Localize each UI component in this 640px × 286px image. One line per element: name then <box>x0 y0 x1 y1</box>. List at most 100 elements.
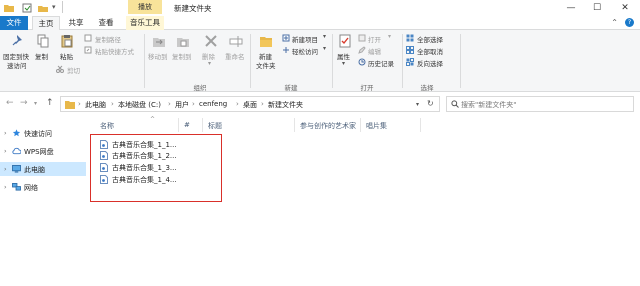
ribbon-tabs: 文件 主页 共享 查看 音乐工具 ⌃ ? <box>0 16 640 31</box>
new-folder-quick-icon[interactable] <box>38 3 48 13</box>
rename-button[interactable]: 重命名 <box>224 32 248 78</box>
title-bar: ▾ 播放 新建文件夹 — ☐ ✕ <box>0 0 640 16</box>
nav-item-wps-drive[interactable]: › WPS网盘 <box>0 144 86 158</box>
column-divider[interactable] <box>178 118 179 132</box>
column-divider[interactable] <box>294 118 295 132</box>
edit-button[interactable]: 编辑 <box>358 45 398 56</box>
open-button[interactable]: 打开 ▾ <box>358 33 398 44</box>
address-dropdown-icon[interactable]: ▾ <box>416 101 419 108</box>
properties-button[interactable]: 属性 ▾ <box>335 32 355 78</box>
properties-icon <box>339 34 351 48</box>
select-all-icon <box>406 34 414 42</box>
tab-file[interactable]: 文件 <box>0 16 28 30</box>
minimize-button[interactable]: — <box>566 3 576 13</box>
close-button[interactable]: ✕ <box>620 3 630 13</box>
copy-to-button[interactable]: 复制到 <box>172 32 194 78</box>
copy-icon <box>37 34 49 48</box>
search-placeholder: 搜索"新建文件夹" <box>461 101 517 109</box>
expand-chevron-icon[interactable]: › <box>4 165 7 173</box>
properties-dropdown-icon: ▾ <box>342 60 346 67</box>
copy-button[interactable]: 复制 <box>34 32 52 78</box>
customize-toolbar-icon[interactable]: ▾ <box>52 3 56 11</box>
paste-label: 粘贴 <box>60 53 73 61</box>
copy-to-icon <box>177 38 189 47</box>
pin-icon <box>12 35 22 46</box>
network-icon <box>12 183 21 191</box>
cut-label: 剪切 <box>67 67 80 75</box>
breadcrumb-this-pc[interactable]: 此电脑 <box>85 100 106 110</box>
tab-view[interactable]: 查看 <box>92 16 120 30</box>
column-header-name[interactable]: 名称 <box>100 121 114 131</box>
new-folder-button[interactable]: 新建 文件夹 <box>254 32 278 78</box>
new-item-icon <box>282 34 290 42</box>
folder-icon <box>4 5 14 12</box>
forward-arrow-icon[interactable]: → <box>20 98 28 108</box>
cut-button[interactable]: 剪切 <box>56 64 86 75</box>
cloud-icon <box>12 147 21 155</box>
properties-quick-icon[interactable] <box>22 3 32 13</box>
expand-chevron-icon[interactable]: › <box>4 147 7 155</box>
new-item-dropdown-icon: ▾ <box>323 33 327 40</box>
nav-label: WPS网盘 <box>24 148 54 156</box>
nav-label: 此电脑 <box>24 166 45 174</box>
edit-icon <box>358 46 366 54</box>
tab-share[interactable]: 共享 <box>62 16 90 30</box>
nav-item-quick-access[interactable]: › 快速访问 <box>0 126 86 140</box>
back-arrow-icon[interactable]: ← <box>6 98 14 108</box>
help-icon[interactable]: ? <box>625 18 634 27</box>
ribbon-separator <box>332 34 333 88</box>
expand-chevron-icon[interactable]: › <box>4 129 7 137</box>
breadcrumb-separator-icon: › <box>111 100 114 108</box>
invert-selection-button[interactable]: 反向选择 <box>406 57 456 68</box>
column-divider[interactable] <box>420 118 421 132</box>
select-none-icon <box>406 46 414 54</box>
delete-dropdown-icon: ▾ <box>208 60 212 67</box>
column-header-album[interactable]: 唱片集 <box>366 121 387 131</box>
tab-music-tools[interactable]: 音乐工具 <box>126 16 164 30</box>
search-input[interactable]: 搜索"新建文件夹" <box>446 96 634 112</box>
delete-button[interactable]: 删除 ▾ <box>200 32 222 78</box>
nav-label: 网络 <box>24 184 38 192</box>
breadcrumb-desktop[interactable]: 桌面 <box>243 100 257 110</box>
easy-access-button[interactable]: 轻松访问 ▾ <box>282 45 330 56</box>
history-button[interactable]: 历史记录 <box>358 57 400 68</box>
new-item-button[interactable]: 新建项目 ▾ <box>282 33 330 44</box>
breadcrumb-local-disk[interactable]: 本地磁盘 (C:) <box>118 100 161 110</box>
move-to-button[interactable]: 移动到 <box>148 32 170 78</box>
expand-chevron-icon[interactable]: › <box>4 183 7 191</box>
ribbon-separator <box>402 34 403 88</box>
sort-indicator-icon: ^ <box>150 116 156 123</box>
file-list: ^ 名称 # 标题 参与创作的艺术家 唱片集 古典音乐合集_1_1... 古典音… <box>90 116 640 286</box>
new-folder-icon <box>260 37 272 47</box>
collapse-ribbon-icon[interactable]: ⌃ <box>611 18 618 27</box>
select-none-button[interactable]: 全部取消 <box>406 45 456 56</box>
column-divider[interactable] <box>202 118 203 132</box>
search-icon <box>451 100 459 108</box>
move-to-icon <box>153 38 165 47</box>
nav-item-network[interactable]: › 网络 <box>0 180 86 194</box>
recent-locations-icon[interactable]: ▾ <box>34 100 37 107</box>
up-arrow-icon[interactable]: ↑ <box>46 98 54 108</box>
select-all-button[interactable]: 全部选择 <box>406 33 456 44</box>
window-title: 新建文件夹 <box>174 4 212 13</box>
address-bar[interactable]: › 此电脑 › 本地磁盘 (C:) › 用户 › cenfeng › 桌面 › … <box>60 96 440 112</box>
breadcrumb-separator-icon: › <box>261 100 264 108</box>
column-divider[interactable] <box>360 118 361 132</box>
paste-shortcut-button[interactable]: 粘贴快捷方式 <box>84 45 144 56</box>
breadcrumb-users[interactable]: 用户 <box>175 100 189 110</box>
tab-home[interactable]: 主页 <box>32 16 60 31</box>
column-header-contributing-artists[interactable]: 参与创作的艺术家 <box>300 121 356 131</box>
organize-group-label: 组织 <box>193 84 207 92</box>
refresh-icon[interactable]: ↻ <box>427 99 434 108</box>
easy-access-dropdown-icon: ▾ <box>323 45 327 52</box>
breadcrumb-new-folder[interactable]: 新建文件夹 <box>268 100 303 110</box>
column-header-title[interactable]: 标题 <box>208 121 222 131</box>
open-label: 打开 <box>368 36 381 44</box>
copy-path-button[interactable]: 复制路径 <box>84 33 144 44</box>
copy-path-icon <box>84 34 92 42</box>
maximize-button[interactable]: ☐ <box>592 3 602 13</box>
column-header-number[interactable]: # <box>184 121 190 129</box>
pin-to-quick-access-button[interactable]: 固定到快 速访问 <box>2 32 32 78</box>
breadcrumb-cenfeng[interactable]: cenfeng <box>199 100 227 108</box>
nav-item-this-pc[interactable]: › 此电脑 <box>0 162 86 176</box>
